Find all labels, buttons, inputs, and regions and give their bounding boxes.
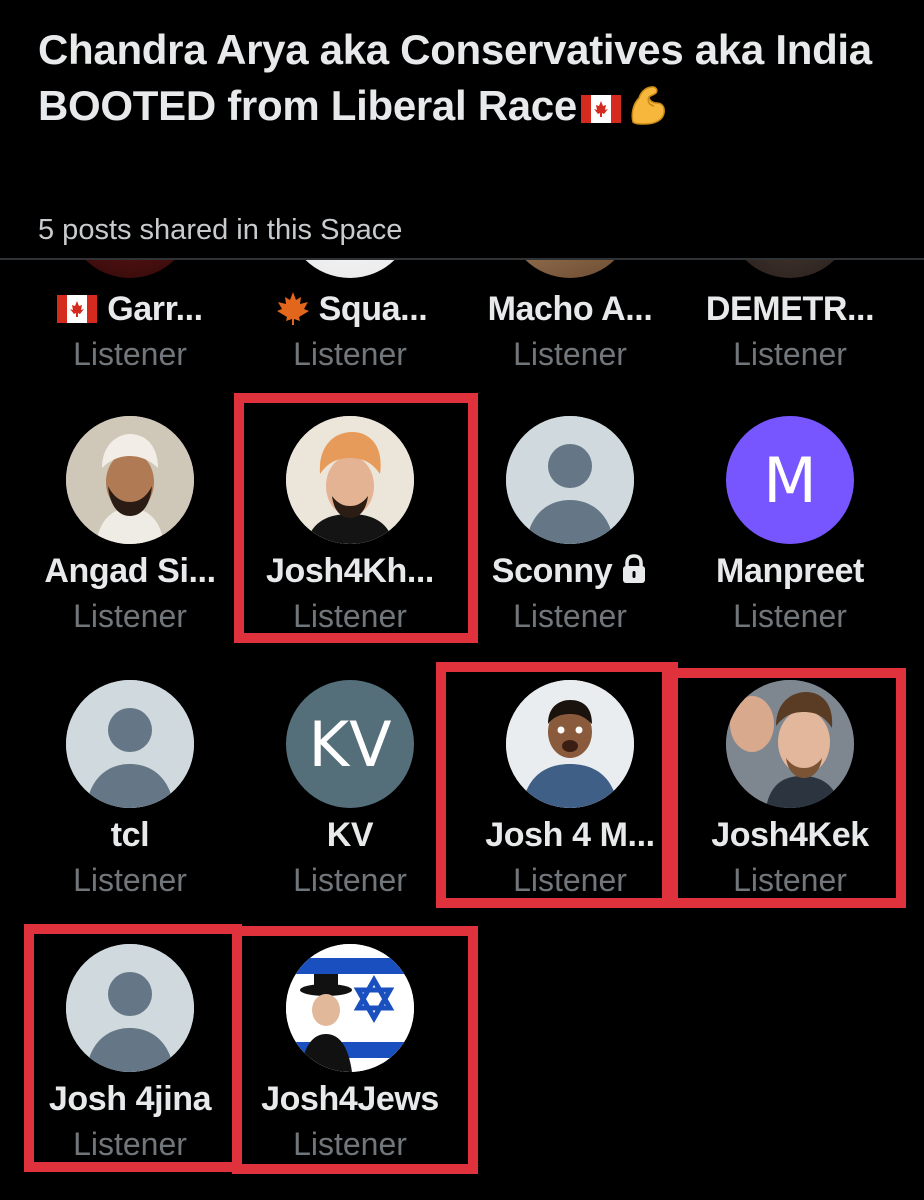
participant-role: Listener [733, 336, 847, 372]
participant-name: Squa... [240, 290, 460, 329]
avatar[interactable] [66, 680, 194, 808]
participant-role: Listener [73, 598, 187, 634]
avatar[interactable]: M [726, 416, 854, 544]
default-avatar-icon [506, 416, 634, 544]
default-avatar-icon [66, 680, 194, 808]
participant-role: Listener [513, 598, 627, 634]
lock-icon [623, 554, 646, 583]
avatar[interactable] [286, 416, 414, 544]
participant-role: Listener [73, 336, 187, 372]
avatar-image [286, 944, 414, 1072]
header-divider [0, 258, 924, 260]
posts-shared-count[interactable]: 5 posts shared in this Space [38, 214, 402, 247]
flexed-biceps-icon [631, 86, 665, 125]
avatar[interactable] [726, 680, 854, 808]
canada-flag-icon [580, 95, 621, 123]
avatar[interactable]: KV [286, 680, 414, 808]
participant-name: Manpreet [716, 552, 864, 590]
avatar[interactable] [286, 944, 414, 1072]
participant-role: Listener [733, 598, 847, 634]
avatar-image [66, 416, 194, 544]
participant-name: Josh 4 M... [485, 816, 655, 854]
avatar[interactable] [506, 680, 634, 808]
avatar[interactable] [66, 416, 194, 544]
participant-role: Listener [293, 598, 407, 634]
avatar-image [286, 416, 414, 544]
canada-flag-icon [57, 295, 98, 323]
participant-role: Listener [513, 862, 627, 898]
avatar[interactable] [66, 944, 194, 1072]
space-title: Chandra Arya aka Conservatives aka India… [38, 26, 872, 129]
participant-role: Listener [293, 1126, 407, 1162]
participant-role: Listener [733, 862, 847, 898]
participant-role: Listener [73, 1126, 187, 1162]
default-avatar-icon [66, 944, 194, 1072]
participant-name: Garr... [20, 290, 240, 329]
space-header: Chandra Arya aka Conservatives aka India… [0, 0, 924, 260]
participant-name: Josh4Kek [711, 816, 869, 854]
participant-name: Macho A... [487, 290, 653, 328]
avatar-image [726, 680, 854, 808]
participant-name: DEMETR... [705, 290, 875, 328]
participant-role: Listener [293, 862, 407, 898]
participant-role: Listener [513, 336, 627, 372]
avatar-image [506, 680, 634, 808]
participant-role: Listener [293, 336, 407, 372]
participant-name: Josh 4jina [48, 1080, 212, 1118]
participant-role: Listener [73, 862, 187, 898]
avatar[interactable] [506, 416, 634, 544]
participant-name: Angad Si... [44, 552, 216, 590]
participant-name: KV [326, 816, 374, 854]
participant-name: Josh4Jews [261, 1080, 439, 1118]
participant-name: Sconny [460, 552, 680, 591]
maple-leaf-icon [276, 292, 309, 325]
participant-name: tcl [110, 816, 150, 854]
participant-name: Josh4Kh... [266, 552, 434, 590]
